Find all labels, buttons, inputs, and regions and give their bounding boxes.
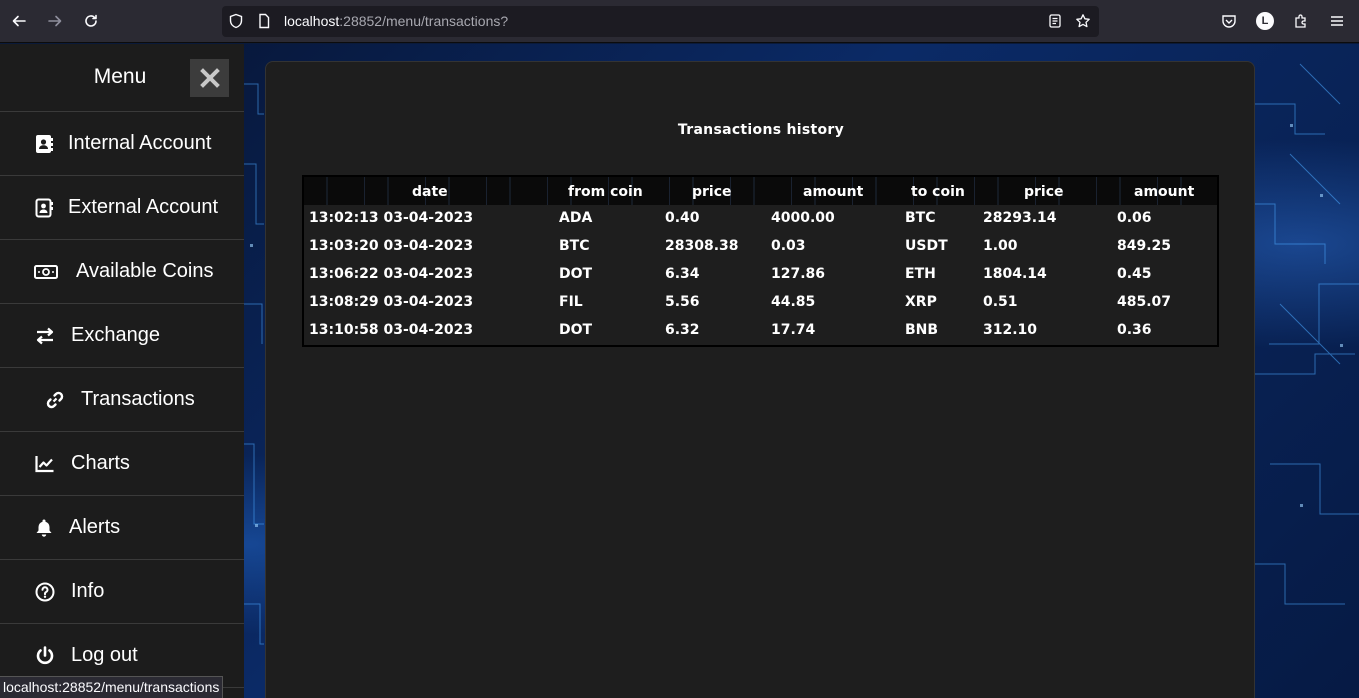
cell-to-amount: 485.07 bbox=[1117, 294, 1172, 310]
cell-to-coin: XRP bbox=[905, 294, 937, 310]
cell-from-price: 6.32 bbox=[665, 322, 700, 338]
address-book-icon bbox=[34, 134, 54, 154]
browser-toolbar: localhost:28852/menu/transactions? L bbox=[0, 0, 1359, 43]
question-circle-icon bbox=[35, 582, 55, 602]
sidebar-item-label: Info bbox=[71, 580, 105, 602]
column-header-to-price: price bbox=[1024, 184, 1064, 200]
sidebar-item-label: Internal Account bbox=[68, 132, 212, 154]
cell-to-amount: 0.06 bbox=[1117, 210, 1152, 226]
cell-from-amount: 4000.00 bbox=[771, 210, 835, 226]
cell-to-amount: 849.25 bbox=[1117, 238, 1172, 254]
table-row: 13:08:29 03-04-2023 FIL 5.56 44.85 XRP 0… bbox=[304, 289, 1217, 317]
cell-from-amount: 44.85 bbox=[771, 294, 816, 310]
cell-from-coin: BTC bbox=[559, 238, 590, 254]
cell-to-amount: 0.36 bbox=[1117, 322, 1152, 338]
cell-to-coin: ETH bbox=[905, 266, 936, 282]
column-header-from-coin: from coin bbox=[568, 184, 643, 200]
sidebar-header: Menu bbox=[0, 44, 244, 112]
money-bill-icon bbox=[34, 262, 58, 282]
cell-to-price: 28293.14 bbox=[983, 210, 1057, 226]
table-row: 13:03:20 03-04-2023 BTC 28308.38 0.03 US… bbox=[304, 233, 1217, 261]
table-row: 13:02:13 03-04-2023 ADA 0.40 4000.00 BTC… bbox=[304, 205, 1217, 233]
hamburger-menu-icon[interactable] bbox=[1327, 11, 1347, 31]
reader-view-icon[interactable] bbox=[1047, 13, 1063, 29]
sidebar-item-label: Charts bbox=[71, 452, 130, 474]
power-icon bbox=[35, 646, 55, 666]
url-bar[interactable]: localhost:28852/menu/transactions? bbox=[222, 6, 1099, 37]
cell-to-coin: USDT bbox=[905, 238, 948, 254]
cell-date: 13:10:58 03-04-2023 bbox=[309, 322, 474, 338]
page-icon bbox=[259, 13, 270, 29]
sidebar-item-label: Available Coins bbox=[76, 260, 214, 282]
sidebar-item-info[interactable]: Info bbox=[0, 560, 244, 624]
link-status-bar: localhost:28852/menu/transactions bbox=[0, 676, 224, 698]
exchange-arrows-icon bbox=[35, 326, 55, 346]
cell-from-coin: DOT bbox=[559, 322, 593, 338]
cell-from-price: 6.34 bbox=[665, 266, 700, 282]
sidebar-item-internal-account[interactable]: Internal Account bbox=[0, 112, 244, 176]
sidebar-item-external-account[interactable]: External Account bbox=[0, 176, 244, 240]
cell-to-price: 1.00 bbox=[983, 238, 1018, 254]
sidebar-item-exchange[interactable]: Exchange bbox=[0, 304, 244, 368]
close-icon bbox=[199, 68, 220, 88]
cell-from-amount: 17.74 bbox=[771, 322, 816, 338]
cell-to-price: 1804.14 bbox=[983, 266, 1047, 282]
cell-from-price: 5.56 bbox=[665, 294, 700, 310]
column-header-to-coin: to coin bbox=[911, 184, 965, 200]
link-icon bbox=[45, 390, 65, 410]
sidebar-item-label: Log out bbox=[71, 644, 138, 666]
sidebar-item-label: Alerts bbox=[69, 516, 121, 538]
cell-from-amount: 0.03 bbox=[771, 238, 806, 254]
line-chart-icon bbox=[35, 454, 55, 474]
back-icon[interactable] bbox=[7, 9, 31, 33]
cell-date: 13:08:29 03-04-2023 bbox=[309, 294, 474, 310]
extensions-icon[interactable] bbox=[1291, 11, 1311, 31]
sidebar-item-available-coins[interactable]: Available Coins bbox=[0, 240, 244, 304]
cell-from-price: 0.40 bbox=[665, 210, 700, 226]
cell-from-coin: FIL bbox=[559, 294, 583, 310]
sidebar-item-alerts[interactable]: Alerts bbox=[0, 496, 244, 560]
column-header-from-price: price bbox=[692, 184, 732, 200]
column-header-to-amount: amount bbox=[1134, 184, 1195, 200]
cell-date: 13:06:22 03-04-2023 bbox=[309, 266, 474, 282]
cell-to-coin: BNB bbox=[905, 322, 939, 338]
sidebar-item-label: Exchange bbox=[71, 324, 160, 346]
url-text[interactable]: localhost:28852/menu/transactions? bbox=[284, 13, 508, 29]
shield-icon[interactable] bbox=[228, 13, 244, 29]
sidebar-item-transactions[interactable]: Transactions bbox=[0, 368, 244, 432]
bell-icon bbox=[34, 518, 54, 538]
table-header: date from coin price amount to coin pric… bbox=[304, 177, 1217, 205]
cell-to-price: 0.51 bbox=[983, 294, 1018, 310]
cell-from-coin: DOT bbox=[559, 266, 593, 282]
column-header-date: date bbox=[412, 184, 448, 200]
reload-icon[interactable] bbox=[79, 9, 103, 33]
cell-date: 13:03:20 03-04-2023 bbox=[309, 238, 474, 254]
transactions-table: date from coin price amount to coin pric… bbox=[302, 175, 1219, 347]
cell-to-coin: BTC bbox=[905, 210, 936, 226]
sidebar-menu: Menu Internal Account External Account A… bbox=[0, 44, 244, 698]
cell-to-price: 312.10 bbox=[983, 322, 1038, 338]
cell-date: 13:02:13 03-04-2023 bbox=[309, 210, 474, 226]
transactions-panel: Transactions history date from coin pric… bbox=[265, 61, 1255, 698]
table-row: 13:10:58 03-04-2023 DOT 6.32 17.74 BNB 3… bbox=[304, 317, 1217, 345]
close-menu-button[interactable] bbox=[190, 59, 229, 97]
cell-from-amount: 127.86 bbox=[771, 266, 826, 282]
pocket-icon[interactable] bbox=[1219, 11, 1239, 31]
account-avatar[interactable]: L bbox=[1255, 11, 1275, 31]
sidebar-item-label: External Account bbox=[68, 196, 219, 218]
cell-to-amount: 0.45 bbox=[1117, 266, 1152, 282]
sidebar-item-charts[interactable]: Charts bbox=[0, 432, 244, 496]
bookmark-star-icon[interactable] bbox=[1075, 13, 1091, 29]
table-row: 13:06:22 03-04-2023 DOT 6.34 127.86 ETH … bbox=[304, 261, 1217, 289]
cell-from-coin: ADA bbox=[559, 210, 593, 226]
cell-from-price: 28308.38 bbox=[665, 238, 739, 254]
page-title: Transactions history bbox=[677, 122, 845, 138]
column-header-from-amount: amount bbox=[803, 184, 864, 200]
forward-icon[interactable] bbox=[43, 9, 67, 33]
contact-card-icon bbox=[34, 198, 54, 218]
sidebar-item-label: Transactions bbox=[81, 388, 195, 410]
